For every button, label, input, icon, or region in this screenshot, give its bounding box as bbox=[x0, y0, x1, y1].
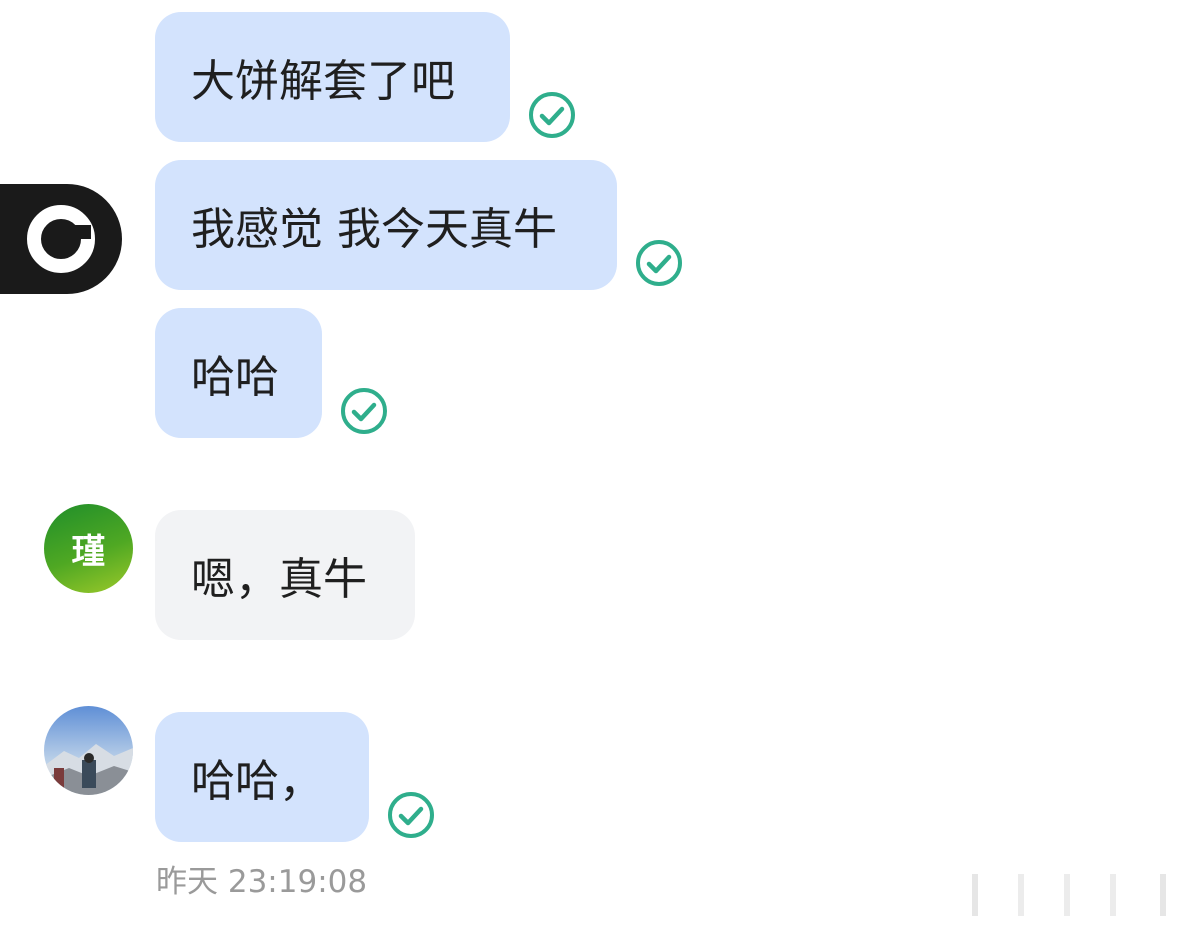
message-text: 哈哈 bbox=[191, 352, 279, 403]
message-text: 大饼解套了吧 bbox=[191, 56, 455, 107]
message-bubble-sent[interactable]: 我感觉 我今天真牛 bbox=[155, 160, 617, 290]
message-bubble-sent[interactable]: 哈哈 bbox=[155, 308, 322, 438]
check-circle-icon bbox=[636, 240, 682, 286]
message-text: 嗯，真牛 bbox=[191, 554, 367, 605]
contact-avatar[interactable]: 瑾 bbox=[44, 504, 133, 593]
check-circle-icon bbox=[388, 792, 434, 838]
message-bubble-received[interactable]: 嗯，真牛 bbox=[155, 510, 415, 640]
message-bubble-sent[interactable]: 哈哈， bbox=[155, 712, 369, 842]
message-text: 我感觉 我今天真牛 bbox=[191, 204, 557, 255]
message-text: 哈哈， bbox=[191, 756, 323, 807]
message-timestamp: 昨天 23:19:08 bbox=[156, 864, 368, 900]
app-logo-icon bbox=[27, 205, 95, 273]
avatar-initial: 瑾 bbox=[71, 532, 106, 572]
check-circle-icon bbox=[529, 92, 575, 138]
user-avatar[interactable] bbox=[44, 706, 133, 795]
message-bubble-sent[interactable]: 大饼解套了吧 bbox=[155, 12, 510, 142]
mountain-photo-icon bbox=[44, 706, 133, 795]
watermark-marks bbox=[972, 874, 1166, 916]
chat-view: 大饼解套了吧 我感觉 我今天真牛 哈哈 瑾 嗯，真牛 哈哈， 昨天 23:19:… bbox=[0, 0, 1200, 928]
check-circle-icon bbox=[341, 388, 387, 434]
floating-app-button[interactable] bbox=[0, 184, 122, 294]
